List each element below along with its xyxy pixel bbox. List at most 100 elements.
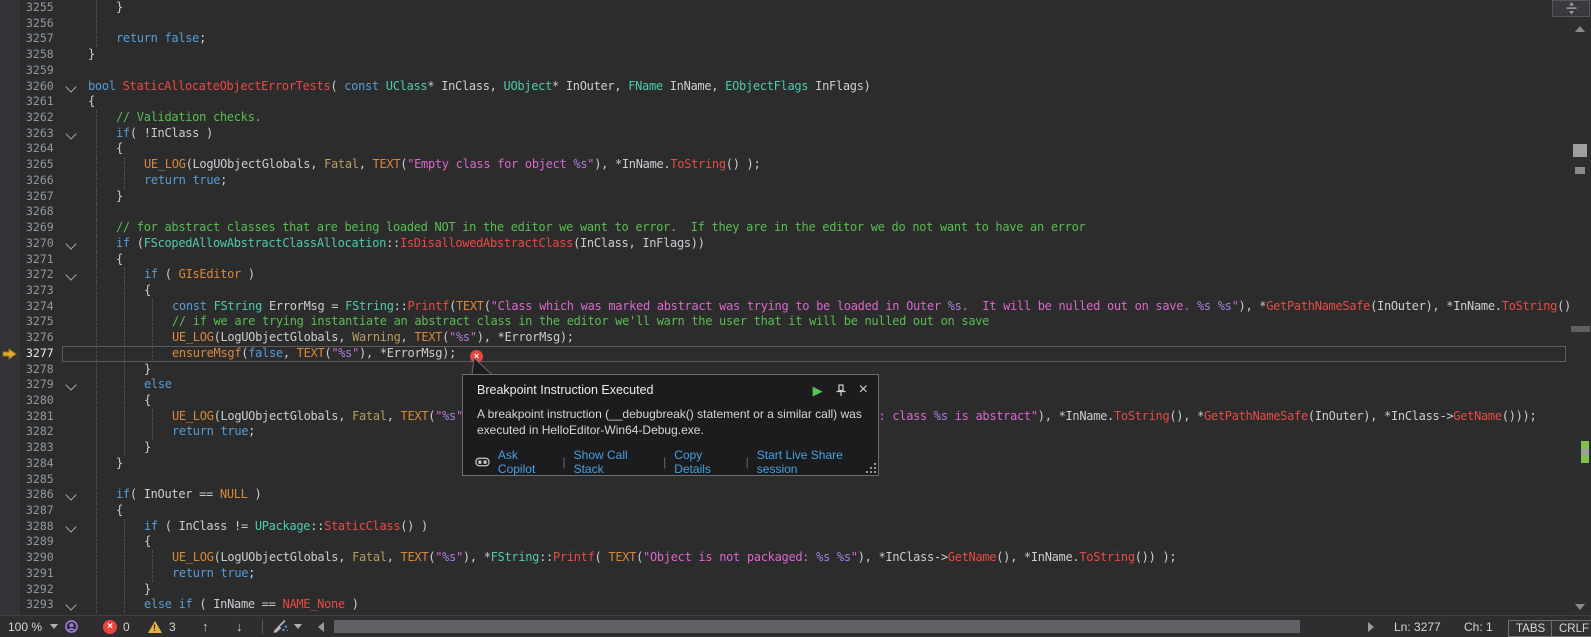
line-margin[interactable]	[0, 314, 20, 330]
scroll-down-icon[interactable]	[1575, 604, 1585, 610]
line-margin[interactable]	[0, 157, 20, 173]
code-text-area[interactable]: }	[86, 0, 1569, 16]
code-text-area[interactable]: return false;	[86, 31, 1569, 47]
vertical-scrollbar[interactable]	[1569, 0, 1591, 615]
line-margin[interactable]	[0, 393, 20, 409]
previous-issue-icon[interactable]: ↑	[202, 616, 209, 637]
code-text-area[interactable]: return true;	[86, 566, 1569, 582]
fold-chevron-icon[interactable]	[65, 490, 76, 501]
show-call-stack-link[interactable]: Show Call Stack	[574, 448, 655, 476]
warning-count-icon[interactable]: !	[148, 616, 162, 637]
line-margin[interactable]	[0, 377, 20, 393]
code-text-area[interactable]: // Validation checks.	[86, 110, 1569, 126]
line-ending-indicator[interactable]: CRLF	[1551, 620, 1591, 637]
line-margin[interactable]	[0, 472, 20, 488]
code-text-area[interactable]	[86, 63, 1569, 79]
code-text-area[interactable]: return true;	[86, 173, 1569, 189]
code-text-area[interactable]	[86, 16, 1569, 32]
intellicode-icon[interactable]	[64, 616, 79, 637]
resize-grip[interactable]	[866, 463, 876, 473]
line-margin[interactable]	[0, 79, 20, 95]
line-margin[interactable]	[0, 173, 20, 189]
line-margin[interactable]	[0, 31, 20, 47]
code-text-area[interactable]: if (FScopedAllowAbstractClassAllocation:…	[86, 236, 1569, 252]
line-margin[interactable]	[0, 330, 20, 346]
continue-execution-icon[interactable]: ▶	[813, 384, 823, 397]
line-margin[interactable]	[0, 346, 20, 362]
code-text-area[interactable]: }	[86, 189, 1569, 205]
line-margin[interactable]	[0, 63, 20, 79]
code-cleanup-broom-icon[interactable]	[272, 616, 289, 637]
line-margin[interactable]	[0, 362, 20, 378]
code-text-area[interactable]: else if ( InName == NAME_None )	[86, 597, 1569, 613]
scroll-up-icon[interactable]	[1575, 26, 1585, 32]
line-margin[interactable]	[0, 283, 20, 299]
fold-margin[interactable]	[58, 597, 86, 613]
line-margin[interactable]	[0, 299, 20, 315]
zoom-level[interactable]: 100 %	[8, 616, 42, 637]
line-margin[interactable]	[0, 566, 20, 582]
line-margin[interactable]	[0, 519, 20, 535]
line-margin[interactable]	[0, 94, 20, 110]
fold-chevron-icon[interactable]	[65, 128, 76, 139]
split-editor-handle[interactable]	[1552, 0, 1590, 17]
line-margin[interactable]	[0, 503, 20, 519]
code-text-area[interactable]: {	[86, 94, 1569, 110]
code-text-area[interactable]: if ( InClass != UPackage::StaticClass() …	[86, 519, 1569, 535]
fold-margin[interactable]	[58, 519, 86, 535]
code-text-area[interactable]: UE_LOG(LogUObjectGlobals, Fatal, TEXT("E…	[86, 157, 1569, 173]
code-text-area[interactable]: if( InOuter == NULL )	[86, 487, 1569, 503]
line-indicator[interactable]: Ln: 3277	[1394, 616, 1441, 637]
zoom-dropdown-icon[interactable]	[50, 616, 58, 637]
code-text-area[interactable]: {	[86, 503, 1569, 519]
line-margin[interactable]	[0, 550, 20, 566]
code-text-area[interactable]: // if we are trying instantiate an abstr…	[86, 314, 1569, 330]
error-count[interactable]: 0	[123, 616, 130, 637]
fold-chevron-icon[interactable]	[65, 600, 76, 611]
start-live-share-link[interactable]: Start Live Share session	[757, 448, 878, 476]
tabs-indicator[interactable]: TABS	[1508, 620, 1553, 637]
fold-margin[interactable]	[58, 126, 86, 142]
code-text-area[interactable]: {	[86, 252, 1569, 268]
fold-margin[interactable]	[58, 377, 86, 393]
pin-icon[interactable]	[835, 384, 847, 397]
line-margin[interactable]	[0, 267, 20, 283]
scroll-position-thumb[interactable]	[1571, 326, 1590, 332]
column-indicator[interactable]: Ch: 1	[1464, 616, 1493, 637]
code-text-area[interactable]: }	[86, 582, 1569, 598]
line-margin[interactable]	[0, 487, 20, 503]
code-text-area[interactable]: bool StaticAllocateObjectErrorTests( con…	[86, 79, 1569, 95]
fold-chevron-icon[interactable]	[65, 81, 76, 92]
line-margin[interactable]	[0, 440, 20, 456]
copy-details-link[interactable]: Copy Details	[674, 448, 737, 476]
code-text-area[interactable]: // for abstract classes that are being l…	[86, 220, 1569, 236]
code-text-area[interactable]	[86, 204, 1569, 220]
line-margin[interactable]	[0, 220, 20, 236]
code-text-area[interactable]: UE_LOG(LogUObjectGlobals, Warning, TEXT(…	[86, 330, 1569, 346]
fold-margin[interactable]	[58, 79, 86, 95]
line-margin[interactable]	[0, 582, 20, 598]
fold-margin[interactable]	[58, 487, 86, 503]
hscroll-right-icon[interactable]	[1368, 616, 1374, 637]
line-margin[interactable]	[0, 47, 20, 63]
warning-count[interactable]: 3	[169, 616, 176, 637]
code-text-area[interactable]: {	[86, 534, 1569, 550]
code-text-area[interactable]: if ( GIsEditor )	[86, 267, 1569, 283]
fold-margin[interactable]	[58, 267, 86, 283]
code-text-area[interactable]: {	[86, 141, 1569, 157]
code-text-area[interactable]: UE_LOG(LogUObjectGlobals, Fatal, TEXT("%…	[86, 550, 1569, 566]
close-icon[interactable]: ×	[859, 383, 868, 397]
line-margin[interactable]	[0, 252, 20, 268]
line-margin[interactable]	[0, 424, 20, 440]
fold-chevron-icon[interactable]	[65, 380, 76, 391]
line-margin[interactable]	[0, 0, 20, 16]
code-text-area[interactable]: ensureMsgf(false, TEXT("%s"), *ErrorMsg)…	[86, 346, 1569, 362]
code-text-area[interactable]: {	[86, 283, 1569, 299]
fold-chevron-icon[interactable]	[65, 270, 76, 281]
line-margin[interactable]	[0, 597, 20, 613]
fold-margin[interactable]	[58, 236, 86, 252]
code-text-area[interactable]: const FString ErrorMsg = FString::Printf…	[86, 299, 1569, 315]
line-margin[interactable]	[0, 189, 20, 205]
horizontal-scrollbar-thumb[interactable]	[334, 620, 1300, 633]
line-margin[interactable]	[0, 16, 20, 32]
